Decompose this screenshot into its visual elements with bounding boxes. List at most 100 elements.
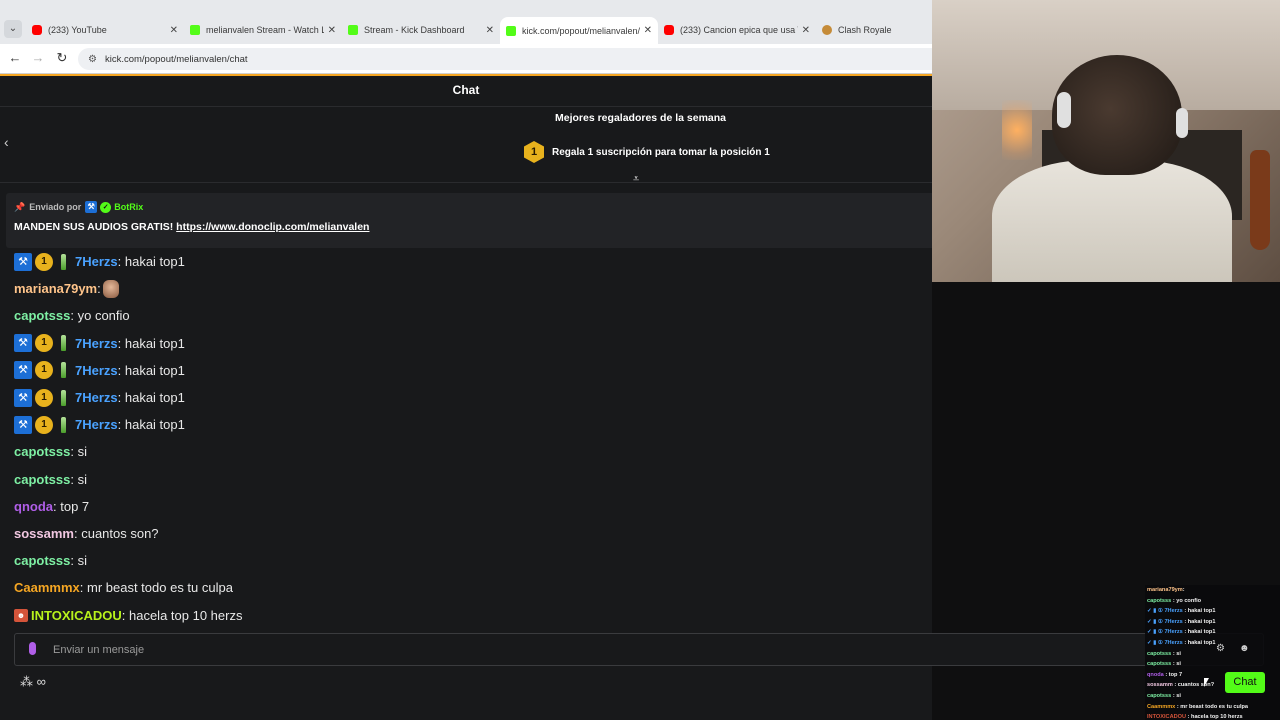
chat-message[interactable]: Caammmx: mr beast todo es tu culpa — [14, 574, 914, 601]
youtube-icon — [664, 25, 674, 35]
chat-message[interactable]: ⚒ 1 7Herzs: hakai top1 — [14, 357, 914, 384]
message-username[interactable]: Caammmx — [14, 580, 80, 595]
overlay-chat-line: ✓ ▮ ① 7Herzs : hakai top1 — [1147, 606, 1280, 617]
chat-message[interactable]: sossamm: cuantos son? — [14, 520, 914, 547]
message-username[interactable]: INTOXICADOU — [31, 608, 122, 623]
message-username[interactable]: sossamm — [14, 526, 74, 541]
overlay-username: capotsss — [1147, 692, 1172, 699]
subscriber-badge-icon — [61, 335, 66, 352]
message-username[interactable]: 7Herzs — [75, 336, 118, 351]
emoji-icon[interactable]: ☻ — [1239, 643, 1264, 654]
browser-tab[interactable]: melianvalen Stream - Watch Li ✕ — [184, 18, 342, 42]
chat-message[interactable]: capotsss: si — [14, 547, 914, 574]
tab-title: Stream - Kick Dashboard — [364, 25, 465, 35]
mouse-cursor — [1204, 678, 1209, 687]
message-text: : — [97, 281, 101, 297]
message-text: : top 7 — [53, 498, 90, 514]
overlay-username: ✓ ▮ ① 7Herzs — [1147, 629, 1183, 636]
chat-message[interactable]: capotsss: si — [14, 466, 914, 493]
overlay-chat-line: Caammmx : mr beast todo es tu culpa — [1147, 702, 1280, 713]
chat-message[interactable]: capotsss: yo confio — [14, 302, 914, 329]
chat-send-button[interactable]: Chat — [1225, 672, 1265, 693]
webcam-overlay — [932, 0, 1280, 282]
chat-message[interactable]: ☻ INTOXICADOU: hacela top 10 herzs — [14, 601, 914, 628]
close-icon[interactable]: ✕ — [328, 25, 336, 36]
kick-icon — [348, 25, 358, 35]
gift-rank-badge: 1 — [524, 141, 544, 163]
browser-tab[interactable]: (233) YouTube ✕ — [26, 18, 184, 42]
reload-icon[interactable]: ↻ — [53, 50, 71, 66]
overlay-text: : si — [1171, 650, 1181, 657]
expand-icon[interactable]: ⩡ — [633, 173, 639, 186]
emote-image — [102, 279, 119, 298]
points-icon[interactable]: ⁂ — [20, 674, 33, 689]
chat-message[interactable]: qnoda: top 7 — [14, 493, 914, 520]
chat-message[interactable]: ⚒ 1 7Herzs: hakai top1 — [14, 248, 914, 275]
message-username[interactable]: 7Herzs — [75, 390, 118, 405]
overlay-text: : si — [1171, 692, 1181, 699]
browser-tab[interactable]: Stream - Kick Dashboard ✕ — [342, 18, 500, 42]
message-text: : yo confio — [70, 308, 130, 324]
pinned-message[interactable]: 📌 Enviado por ⚒ ✓ BotRix MANDEN SUS AUDI… — [6, 193, 932, 248]
chat-message[interactable]: ⚒ 1 7Herzs: hakai top1 — [14, 330, 914, 357]
close-icon[interactable]: ✕ — [644, 25, 652, 36]
message-username[interactable]: 7Herzs — [75, 363, 118, 378]
message-username[interactable]: capotsss — [14, 308, 70, 323]
message-username[interactable]: capotsss — [14, 444, 70, 459]
subscriber-badge-icon — [61, 362, 66, 379]
gift-leaderboard-row[interactable]: 1 Regala 1 suscripción para tomar la pos… — [524, 141, 770, 163]
browser-tab-bar: ⌄ (233) YouTube ✕ melianvalen Stream - Wat… — [0, 0, 932, 44]
chat-message[interactable]: capotsss: si — [14, 438, 914, 465]
chevron-left-icon[interactable]: ‹ — [4, 134, 9, 150]
chat-header: Chat — [0, 76, 932, 107]
overlay-username: capotsss — [1147, 650, 1172, 657]
overlay-text: : hakai top1 — [1182, 618, 1216, 625]
close-icon[interactable]: ✕ — [486, 25, 494, 36]
headphone-right — [1176, 108, 1188, 138]
overlay-text: : yo confio — [1171, 597, 1202, 604]
kick-icon — [190, 25, 200, 35]
tab-search-button[interactable]: ⌄ — [4, 20, 22, 38]
message-username[interactable]: qnoda — [14, 499, 53, 514]
chat-message[interactable]: ⚒ 1 7Herzs: hakai top1 — [14, 411, 914, 438]
browser-tab[interactable]: (233) Cancion epica que usa Th ✕ — [658, 18, 816, 42]
overlay-text: : top 7 — [1163, 671, 1183, 678]
moderator-badge-icon: ⚒ — [14, 252, 32, 271]
back-arrow-icon[interactable]: ← — [6, 50, 24, 65]
message-username[interactable]: 7Herzs — [75, 254, 118, 269]
pinned-link[interactable]: https://www.donoclip.com/melianvalen — [176, 221, 369, 233]
message-username[interactable]: mariana79ym — [14, 281, 97, 296]
site-settings-icon[interactable]: ⚙ — [88, 54, 97, 65]
infinity-icon[interactable]: ∞ — [37, 674, 46, 689]
pinned-text: MANDEN SUS AUDIOS GRATIS! https://www.do… — [14, 221, 924, 233]
overlay-text: : hakai top1 — [1182, 608, 1216, 615]
moderator-badge-icon: ⚒ — [14, 334, 32, 353]
chat-message[interactable]: ⚒ 1 7Herzs: hakai top1 — [14, 384, 914, 411]
webcam-person-head — [1052, 55, 1182, 175]
message-input[interactable]: Enviar un mensaje — [14, 633, 1264, 666]
chat-message[interactable]: mariana79ym: — [14, 275, 914, 302]
message-username[interactable]: capotsss — [14, 553, 70, 568]
message-username[interactable]: capotsss — [14, 472, 70, 487]
tab-title: (233) YouTube — [48, 25, 107, 35]
close-icon[interactable]: ✕ — [802, 25, 810, 36]
sent-by-label: Enviado por — [29, 202, 82, 212]
translate-icon[interactable]: ⚙ — [1216, 643, 1239, 654]
forward-arrow-icon[interactable]: → — [29, 50, 47, 65]
browser-tab[interactable]: kick.com/popout/melianvalen/ ✕ — [500, 17, 658, 44]
divider — [0, 182, 932, 183]
gifter-badge-icon: 1 — [35, 334, 53, 353]
pinned-sender[interactable]: BotRix — [114, 202, 143, 212]
microphone-icon[interactable] — [29, 642, 36, 655]
message-text: : si — [70, 553, 87, 569]
url-input[interactable]: ⚙ kick.com/popout/melianvalen/chat — [78, 48, 932, 70]
message-username[interactable]: 7Herzs — [75, 417, 118, 432]
overlay-text: : — [1182, 587, 1185, 593]
overlay-chat-line: mariana79ym: — [1147, 585, 1280, 596]
gifter-badge-icon: 1 — [35, 388, 53, 407]
message-text: : hakai top1 — [117, 362, 185, 378]
overlay-chat-line: ✓ ▮ ① 7Herzs : hakai top1 — [1147, 627, 1280, 638]
close-icon[interactable]: ✕ — [170, 25, 178, 36]
overlay-username: sossamm — [1147, 682, 1173, 689]
tab-title: melianvalen Stream - Watch Li — [206, 25, 324, 35]
